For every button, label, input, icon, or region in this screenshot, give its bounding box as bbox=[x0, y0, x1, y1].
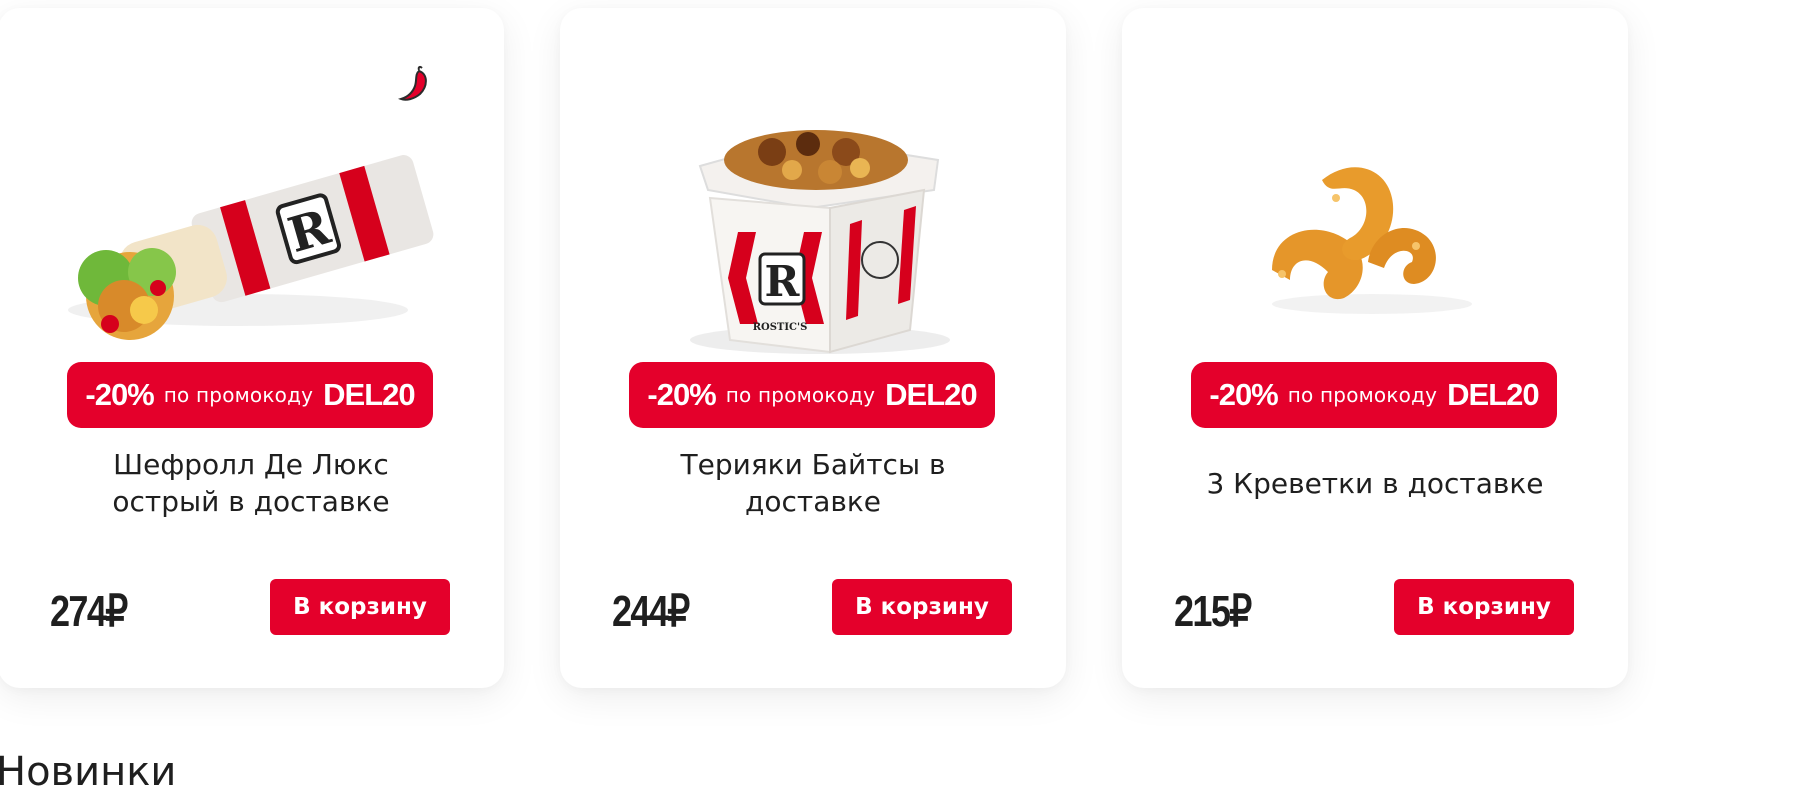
promo-text: по промокоду bbox=[163, 383, 314, 407]
product-price: 274₽ bbox=[50, 587, 128, 636]
shrimp-image bbox=[1272, 167, 1472, 314]
add-to-cart-button[interactable]: В корзину bbox=[270, 579, 450, 635]
promo-discount: -20% bbox=[85, 377, 154, 412]
teriyaki-box-image: R ROSTIC'S bbox=[690, 130, 950, 354]
product-card[interactable]: -20% по промокоду DEL20 3 Креветки в дос… bbox=[1122, 8, 1628, 688]
wrap-image: R bbox=[68, 155, 434, 340]
section-title: Новинки bbox=[0, 749, 177, 795]
svg-text:ROSTIC'S: ROSTIC'S bbox=[753, 322, 808, 333]
add-to-cart-button[interactable]: В корзину bbox=[832, 579, 1012, 635]
product-price: 244₽ bbox=[612, 587, 690, 636]
product-title[interactable]: Шефролл Де Люкс острый в доставке bbox=[58, 440, 444, 526]
promo-badge: -20% по промокоду DEL20 bbox=[67, 362, 433, 428]
product-title[interactable]: Терияки Байтсы в доставке bbox=[620, 440, 1006, 526]
product-card[interactable]: R ROSTIC'S -20% по промокоду DEL20 Терия… bbox=[560, 8, 1066, 688]
product-card[interactable]: R -20% по промокоду DEL20 Шефролл Де Люк… bbox=[0, 8, 504, 688]
promo-text: по промокоду bbox=[1287, 383, 1438, 407]
promo-code: DEL20 bbox=[1447, 377, 1539, 412]
promo-badge: -20% по промокоду DEL20 bbox=[1191, 362, 1557, 428]
promo-badge: -20% по промокоду DEL20 bbox=[629, 362, 995, 428]
svg-text:R: R bbox=[765, 257, 801, 306]
product-price: 215₽ bbox=[1174, 587, 1252, 636]
promo-code: DEL20 bbox=[323, 377, 415, 412]
promo-text: по промокоду bbox=[725, 383, 876, 407]
add-to-cart-button[interactable]: В корзину bbox=[1394, 579, 1574, 635]
promo-code: DEL20 bbox=[885, 377, 977, 412]
promo-discount: -20% bbox=[1209, 377, 1278, 412]
promo-discount: -20% bbox=[647, 377, 716, 412]
product-title[interactable]: 3 Креветки в доставке bbox=[1182, 440, 1568, 526]
